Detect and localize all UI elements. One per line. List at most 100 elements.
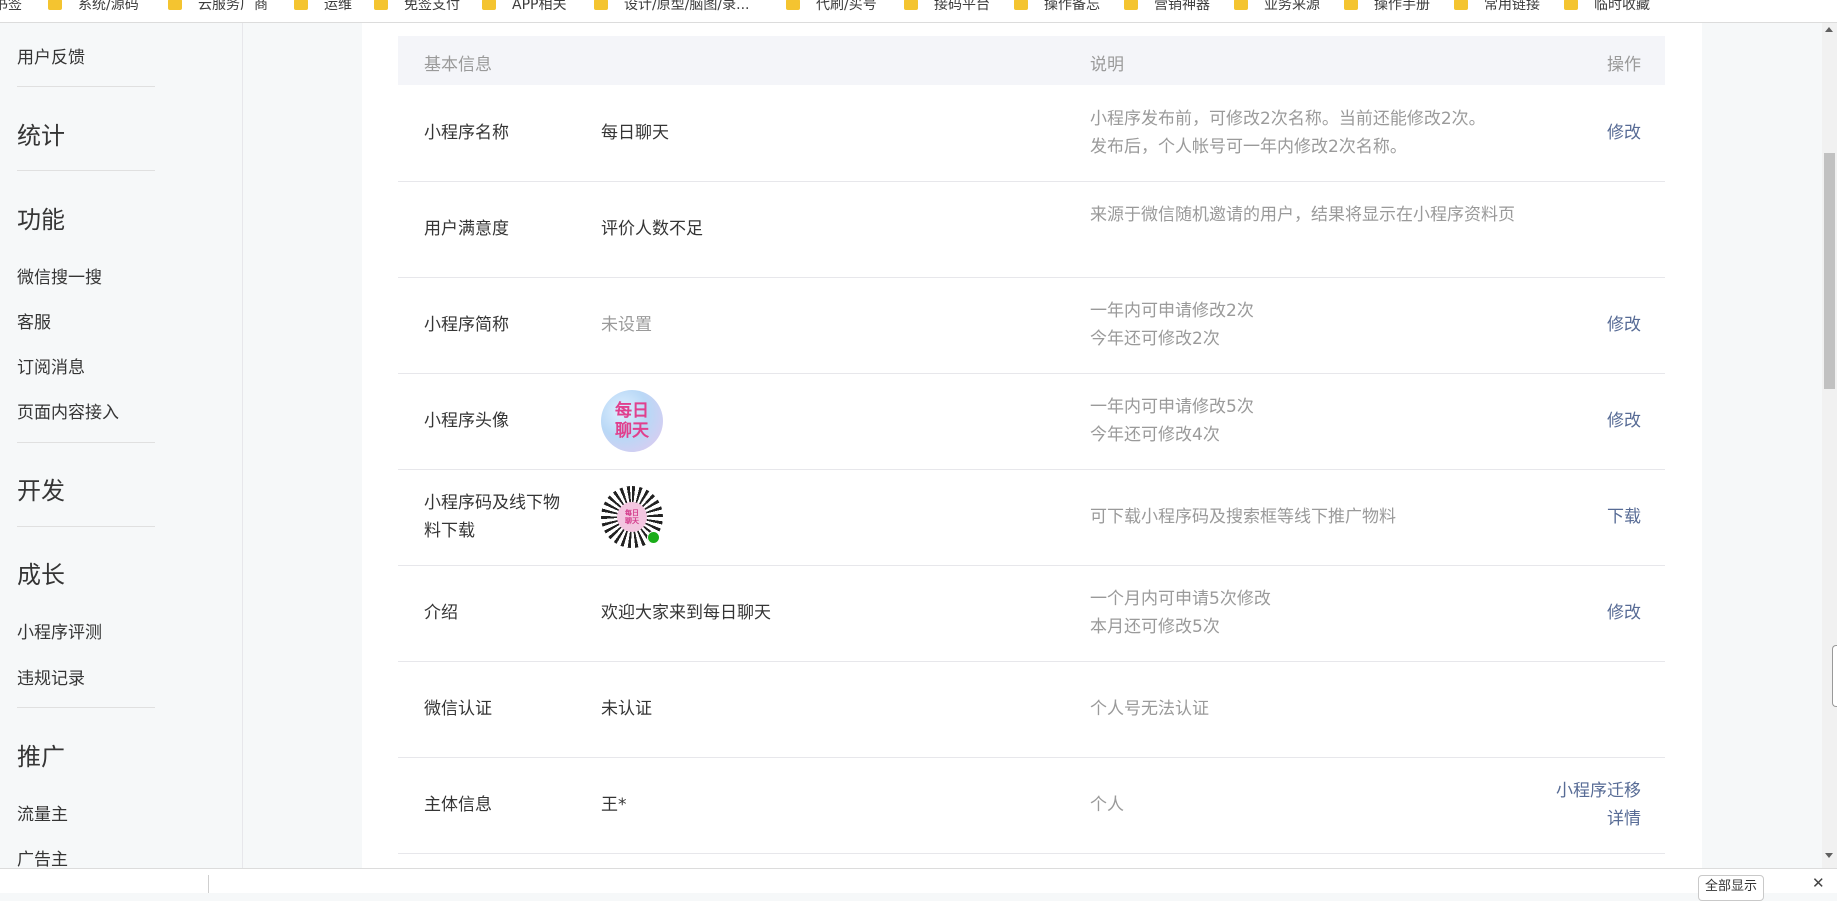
details-link[interactable]: 详情 [1556, 805, 1641, 833]
sidebar-item-page-content[interactable]: 页面内容接入 [17, 398, 119, 423]
bookmark-folder[interactable]: APP相关 [482, 0, 566, 14]
bookmark-folder[interactable]: 系统/源码 [48, 0, 139, 14]
row-description: 可下载小程序码及搜索框等线下推广物料 [1090, 507, 1396, 527]
table-row-qrcode: 小程序码及线下物料下载 每日 聊天 可下载小程序码及搜索框等线下推广物料 下载 [398, 469, 1665, 566]
bookmark-folder[interactable]: 接码平台 [904, 0, 990, 14]
sidebar-item-wechat-search[interactable]: 微信搜一搜 [17, 263, 102, 288]
download-qrcode-link[interactable]: 下载 [1607, 503, 1641, 531]
bookmark-folder[interactable]: 营销神器 [1124, 0, 1210, 14]
bookmark-folder[interactable]: 代刷/买号 [786, 0, 877, 14]
bookmark-folder-label: 接码平台 [934, 0, 990, 13]
row-value: 未设置 [601, 315, 652, 335]
bookmark-folder[interactable]: 常用链接 [1454, 0, 1540, 14]
close-icon[interactable]: ✕ [1812, 874, 1825, 892]
bookmark-folder[interactable]: 免签支付 [374, 0, 460, 14]
folder-icon [482, 0, 496, 10]
bookmark-folder[interactable]: 云服务厂商 [168, 0, 268, 14]
qrcode-center-logo: 每日 聊天 [617, 502, 647, 532]
bookmark-label[interactable]: 书签 [0, 0, 22, 14]
table-header: 基本信息 说明 操作 [398, 36, 1665, 85]
sidebar-item-traffic-owner[interactable]: 流量主 [17, 800, 68, 825]
qrcode-logo-text: 每日 [625, 509, 639, 517]
show-all-button[interactable]: 全部显示 [1698, 875, 1764, 901]
folder-icon [1014, 0, 1028, 10]
folder-icon [294, 0, 308, 10]
edit-short-name-link[interactable]: 修改 [1607, 311, 1641, 339]
bookmark-folder-label: 临时收藏 [1594, 0, 1650, 13]
sidebar-divider [17, 86, 155, 87]
sidebar-item-dev[interactable]: 开发 [17, 471, 65, 506]
sidebar-item-advertiser[interactable]: 广告主 [17, 845, 68, 870]
row-label: 主体信息 [424, 795, 492, 815]
sidebar-item-customer-service[interactable]: 客服 [17, 308, 51, 333]
row-value: 王* [601, 795, 627, 815]
side-panel-handle[interactable] [1832, 645, 1837, 707]
description-line: 一年内可申请修改5次 [1090, 397, 1254, 417]
description-line: 一年内可申请修改2次 [1090, 301, 1254, 321]
row-value: 欢迎大家来到每日聊天 [601, 603, 771, 623]
sidebar-item-evaluation[interactable]: 小程序评测 [17, 618, 102, 643]
scroll-down-arrow-icon[interactable] [1825, 853, 1833, 858]
sidebar-item-subscribe-message[interactable]: 订阅消息 [17, 353, 85, 378]
row-label: 小程序简称 [424, 315, 509, 335]
sidebar-divider [17, 526, 155, 527]
bookmark-folder[interactable]: 业务来源 [1234, 0, 1320, 14]
row-description: 小程序发布前，可修改2次名称。当前还能修改2次。 发布后，个人帐号可一年内修改2… [1090, 105, 1520, 161]
row-description: 个人号无法认证 [1090, 699, 1209, 719]
bookmark-folder[interactable]: 运维 [294, 0, 352, 14]
sidebar-divider [17, 707, 155, 708]
bookmark-folder-label: 设计/原型/脑图/录... [624, 0, 750, 13]
sidebar-item-stats[interactable]: 统计 [17, 116, 65, 151]
row-description: 一个月内可申请5次修改 本月还可修改5次 [1090, 585, 1520, 641]
sidebar-nav: 用户反馈 统计 功能 微信搜一搜 客服 订阅消息 页面内容接入 开发 成长 小程… [0, 23, 243, 870]
folder-icon [1564, 0, 1578, 10]
bookmark-folder[interactable]: 设计/原型/脑图/录... [594, 0, 750, 14]
row-label: 小程序名称 [424, 123, 509, 143]
bookmark-folder-label: 操作手册 [1374, 0, 1430, 13]
migrate-link[interactable]: 小程序迁移 [1556, 777, 1641, 805]
row-label: 介绍 [424, 603, 458, 623]
folder-icon [48, 0, 62, 10]
edit-name-link[interactable]: 修改 [1607, 119, 1641, 147]
bookmark-folder[interactable]: 操作手册 [1344, 0, 1430, 14]
bookmark-folder-label: APP相关 [512, 0, 567, 13]
description-line: 发布后，个人帐号可一年内修改2次名称。 [1090, 137, 1407, 157]
mini-program-avatar: 每日 聊天 [601, 390, 663, 452]
bookmark-folder-label: 云服务厂商 [198, 0, 268, 13]
vertical-scrollbar[interactable] [1822, 23, 1837, 868]
bookmark-folder-label: 系统/源码 [78, 0, 139, 13]
scrollbar-thumb[interactable] [1824, 153, 1835, 389]
table-row-subject: 主体信息 王* 个人 小程序迁移 详情 [398, 757, 1665, 854]
edit-avatar-link[interactable]: 修改 [1607, 407, 1641, 435]
sidebar-item-feedback[interactable]: 用户反馈 [17, 43, 85, 68]
table-row-intro: 介绍 欢迎大家来到每日聊天 一个月内可申请5次修改 本月还可修改5次 修改 [398, 565, 1665, 662]
row-label: 小程序头像 [424, 411, 509, 431]
sidebar-section-growth: 成长 [17, 561, 65, 589]
header-action: 操作 [1607, 55, 1641, 75]
edit-intro-link[interactable]: 修改 [1607, 599, 1641, 627]
bookmark-folder-label: 业务来源 [1264, 0, 1320, 13]
bookmarks-bar: 书签 系统/源码 云服务厂商 运维 免签支付 APP相关 设计/原型/脑图/录.… [0, 0, 1837, 23]
row-value: 评价人数不足 [601, 219, 703, 239]
folder-icon [1234, 0, 1248, 10]
description-line: 一个月内可申请5次修改 [1090, 589, 1271, 609]
row-label: 用户满意度 [424, 219, 509, 239]
table-row-avatar: 小程序头像 每日 聊天 一年内可申请修改5次 今年还可修改4次 修改 [398, 373, 1665, 470]
scroll-up-arrow-icon[interactable] [1825, 27, 1833, 32]
row-value: 未认证 [601, 699, 652, 719]
header-basic-info: 基本信息 [424, 55, 492, 75]
row-label: 微信认证 [424, 699, 492, 719]
row-description: 一年内可申请修改5次 今年还可修改4次 [1090, 393, 1520, 449]
folder-icon [594, 0, 608, 10]
basic-info-panel: 基本信息 说明 操作 小程序名称 每日聊天 小程序发布前，可修改2次名称。当前还… [362, 23, 1702, 868]
bookmark-folder[interactable]: 临时收藏 [1564, 0, 1650, 14]
description-line: 小程序发布前，可修改2次名称。当前还能修改2次。 [1090, 109, 1486, 129]
bookmark-folder-label: 免签支付 [404, 0, 460, 13]
row-description: 一年内可申请修改2次 今年还可修改2次 [1090, 297, 1520, 353]
mini-program-qrcode: 每日 聊天 [601, 486, 663, 548]
description-line: 本月还可修改5次 [1090, 617, 1220, 637]
sidebar-divider [17, 442, 155, 443]
bookmark-folder[interactable]: 操作备忘 [1014, 0, 1100, 14]
sidebar-item-violations[interactable]: 违规记录 [17, 664, 85, 689]
qrcode-logo-text: 聊天 [625, 517, 639, 525]
